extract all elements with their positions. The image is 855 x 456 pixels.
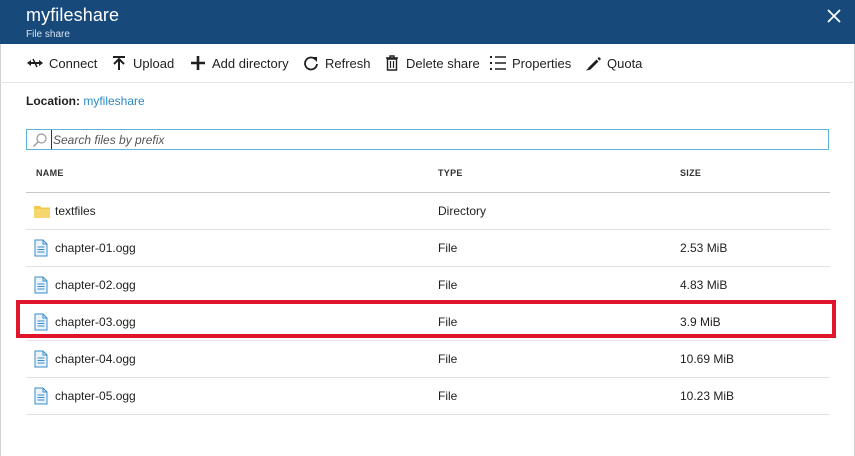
page-title: myfileshare	[26, 5, 120, 25]
table-row[interactable]: chapter-05.ogg File 10.23 MiB	[26, 378, 830, 415]
search-box	[26, 129, 829, 150]
close-icon[interactable]	[823, 5, 845, 27]
toolbar: Connect Upload Add directory Refresh Del…	[0, 44, 855, 83]
row-size: 4.83 MiB	[680, 278, 728, 292]
refresh-button[interactable]: Refresh	[302, 53, 371, 73]
refresh-icon	[302, 54, 320, 72]
quota-label: Quota	[607, 55, 643, 71]
row-name: chapter-02.ogg	[55, 278, 136, 292]
column-header-name[interactable]: NAME	[36, 168, 64, 178]
search-icon	[32, 132, 48, 148]
file-icon	[33, 239, 49, 257]
row-size: 10.23 MiB	[680, 389, 735, 403]
list-icon	[489, 54, 507, 72]
add-directory-label: Add directory	[212, 55, 289, 71]
table-row[interactable]: chapter-01.ogg File 2.53 MiB	[26, 230, 830, 267]
row-type: Directory	[438, 204, 487, 218]
location-breadcrumb: Location: myfileshare	[26, 94, 145, 108]
column-header-size[interactable]: SIZE	[680, 168, 701, 178]
connect-button[interactable]: Connect	[26, 53, 97, 73]
pencil-icon	[584, 54, 602, 72]
search-input[interactable]	[51, 130, 823, 149]
location-link[interactable]: myfileshare	[83, 94, 144, 108]
refresh-label: Refresh	[325, 55, 371, 71]
file-icon	[33, 276, 49, 294]
add-directory-button[interactable]: Add directory	[189, 53, 289, 73]
delete-share-label: Delete share	[406, 55, 480, 71]
file-icon	[33, 350, 49, 368]
row-type: File	[438, 278, 458, 292]
connect-label: Connect	[49, 55, 98, 71]
upload-button[interactable]: Upload	[110, 53, 174, 73]
quota-button[interactable]: Quota	[584, 53, 642, 73]
file-table: NAME TYPE SIZE textfiles Directory chapt…	[26, 157, 830, 415]
properties-label: Properties	[512, 55, 572, 71]
plus-icon	[189, 54, 207, 72]
row-name: chapter-05.ogg	[55, 389, 136, 403]
row-size: 10.69 MiB	[680, 352, 735, 366]
blade-header: myfileshare File share	[0, 0, 855, 44]
row-type: File	[438, 241, 458, 255]
row-name: chapter-03.ogg	[55, 315, 136, 329]
row-type: File	[438, 389, 458, 403]
row-size: 3.9 MiB	[680, 315, 721, 329]
page-subtitle: File share	[26, 29, 70, 40]
table-row[interactable]: chapter-04.ogg File 10.69 MiB	[26, 341, 830, 378]
row-type: File	[438, 352, 458, 366]
row-name: chapter-01.ogg	[55, 241, 136, 255]
upload-label: Upload	[133, 55, 175, 71]
table-row-selected[interactable]: chapter-03.ogg File 3.9 MiB	[26, 304, 830, 341]
row-name: chapter-04.ogg	[55, 352, 136, 366]
upload-icon	[110, 54, 128, 72]
file-icon	[33, 313, 49, 331]
row-name: textfiles	[55, 204, 96, 218]
table-row[interactable]: textfiles Directory	[26, 193, 830, 230]
delete-share-button[interactable]: Delete share	[383, 53, 480, 73]
folder-icon	[33, 202, 50, 220]
row-size: 2.53 MiB	[680, 241, 728, 255]
trash-icon	[383, 54, 401, 72]
row-type: File	[438, 315, 458, 329]
table-header: NAME TYPE SIZE	[26, 157, 830, 193]
column-header-type[interactable]: TYPE	[438, 168, 463, 178]
properties-button[interactable]: Properties	[489, 53, 571, 73]
location-label: Location:	[26, 94, 80, 108]
connect-icon	[26, 54, 44, 72]
table-row[interactable]: chapter-02.ogg File 4.83 MiB	[26, 267, 830, 304]
file-icon	[33, 387, 49, 405]
